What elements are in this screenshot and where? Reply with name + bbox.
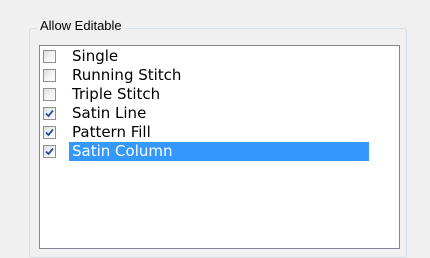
list-item-satin-column[interactable]: Satin Column — [41, 142, 398, 161]
stitch-type-checklist[interactable]: Single Running Stitch Triple Stitch Sati… — [39, 45, 400, 249]
item-label: Satin Line — [72, 104, 147, 122]
list-item-running-stitch[interactable]: Running Stitch — [41, 66, 398, 85]
checkbox-pattern-fill[interactable] — [43, 126, 56, 139]
checkbox-running-stitch[interactable] — [43, 69, 56, 82]
checkmark-icon — [45, 109, 54, 118]
item-label: Triple Stitch — [72, 85, 161, 103]
list-item-single[interactable]: Single — [41, 47, 398, 66]
item-label: Running Stitch — [72, 66, 182, 84]
list-item-satin-line[interactable]: Satin Line — [41, 104, 398, 123]
item-label: Satin Column — [69, 142, 369, 161]
checkbox-satin-line[interactable] — [43, 107, 56, 120]
checkbox-triple-stitch[interactable] — [43, 88, 56, 101]
checkbox-single[interactable] — [43, 50, 56, 63]
list-item-triple-stitch[interactable]: Triple Stitch — [41, 85, 398, 104]
groupbox-title: Allow Editable — [37, 17, 125, 35]
checkmark-icon — [45, 128, 54, 137]
item-label: Pattern Fill — [72, 123, 151, 141]
checkmark-icon — [45, 147, 54, 156]
checkbox-satin-column[interactable] — [43, 145, 56, 158]
list-item-pattern-fill[interactable]: Pattern Fill — [41, 123, 398, 142]
item-label: Single — [72, 47, 119, 65]
